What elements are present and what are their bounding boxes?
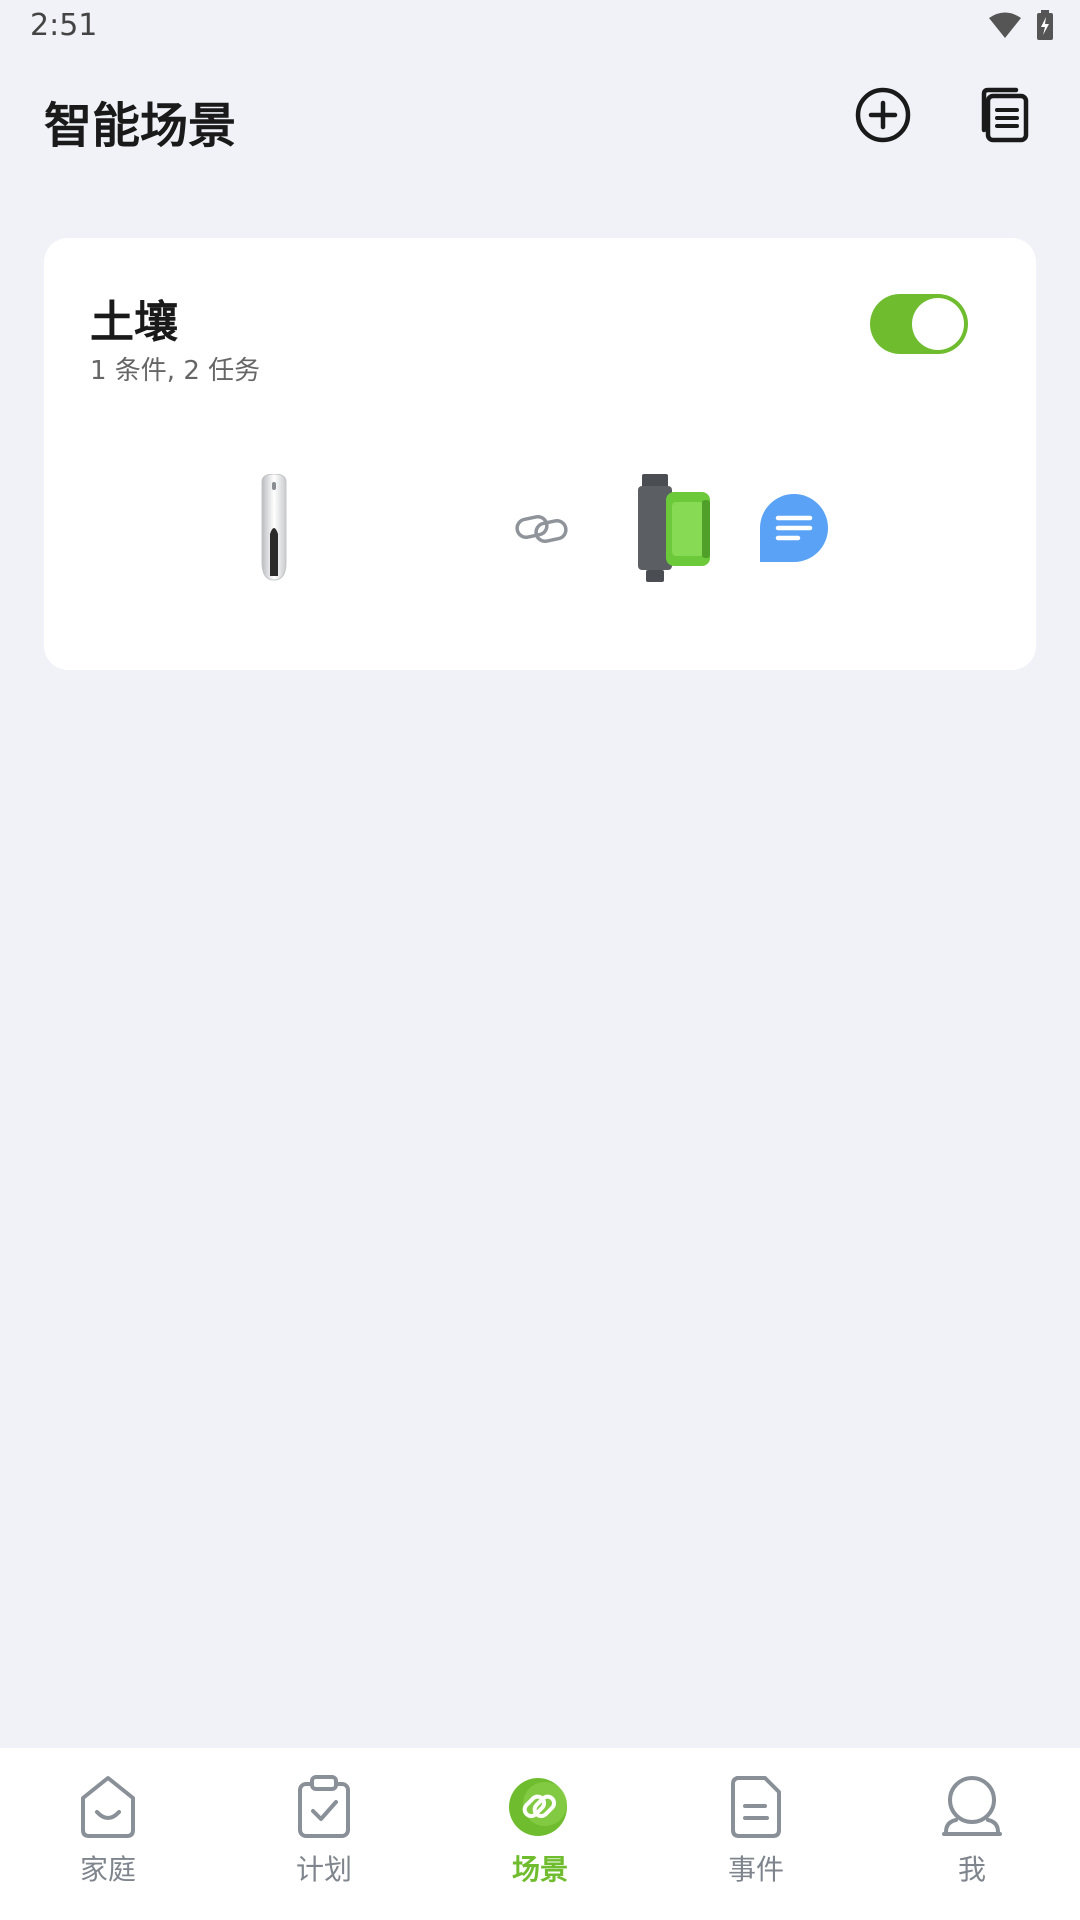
nav-label-scene: 场景 xyxy=(511,1853,568,1886)
home-icon xyxy=(73,1772,143,1842)
nav-item-plan[interactable]: 计划 xyxy=(216,1748,432,1888)
clipboard-check-icon xyxy=(289,1772,359,1842)
scene-log-button[interactable] xyxy=(974,86,1036,148)
wifi-icon xyxy=(988,11,1022,43)
status-bar: 2:51 xyxy=(0,0,1080,56)
nav-item-event[interactable]: 事件 xyxy=(648,1748,864,1888)
document-icon xyxy=(721,1772,791,1842)
nav-item-me[interactable]: 我 xyxy=(864,1748,1080,1888)
scene-link-icon xyxy=(505,1772,575,1842)
nav-label-me: 我 xyxy=(957,1853,986,1886)
nav-item-scene[interactable]: 场景 xyxy=(432,1748,648,1888)
nav-label-home: 家庭 xyxy=(79,1853,136,1886)
document-list-icon xyxy=(978,86,1032,148)
nav-label-plan: 计划 xyxy=(295,1853,352,1886)
header: 智能场景 xyxy=(0,56,1080,176)
toggle-knob xyxy=(912,298,964,350)
scene-flow xyxy=(44,473,1036,594)
scene-card[interactable]: 土壤 1 条件, 2 任务 xyxy=(44,238,1036,670)
battery-charging-icon xyxy=(1036,10,1054,44)
profile-icon xyxy=(937,1772,1007,1842)
page-title: 智能场景 xyxy=(44,98,237,154)
water-valve-icon xyxy=(638,474,712,586)
nav-item-home[interactable]: 家庭 xyxy=(0,1748,216,1888)
soil-sensor-icon xyxy=(256,473,292,586)
scene-name: 土壤 xyxy=(90,297,178,348)
bottom-nav: 家庭 计划 场景 事件 我 xyxy=(0,1748,1080,1920)
message-icon xyxy=(758,492,830,568)
link-icon xyxy=(514,506,570,554)
status-icons xyxy=(988,10,1054,44)
add-scene-button[interactable] xyxy=(852,86,914,148)
status-time: 2:51 xyxy=(30,8,98,43)
add-circle-icon xyxy=(854,86,912,148)
nav-label-event: 事件 xyxy=(727,1853,784,1886)
scene-summary: 1 条件, 2 任务 xyxy=(90,356,261,386)
scene-enable-toggle[interactable] xyxy=(870,294,968,354)
